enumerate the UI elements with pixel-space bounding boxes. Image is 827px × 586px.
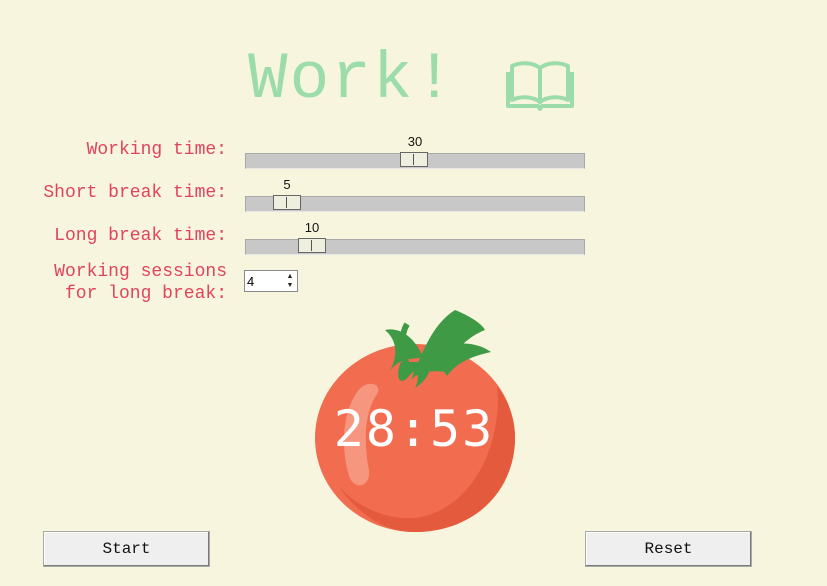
- spin-up-icon[interactable]: ▲: [284, 272, 296, 281]
- long-break-label: Long break time:: [54, 226, 227, 246]
- sessions-value[interactable]: 4: [247, 274, 254, 289]
- slider-handle[interactable]: [298, 238, 326, 253]
- long-break-slider[interactable]: [245, 238, 585, 255]
- working-time-label: Working time:: [86, 140, 227, 160]
- book-icon: [506, 61, 574, 111]
- slider-track: [245, 239, 585, 255]
- long-break-value: 10: [304, 220, 320, 235]
- short-break-value: 5: [283, 177, 291, 192]
- working-time-slider[interactable]: [245, 152, 585, 169]
- start-button[interactable]: Start: [43, 531, 210, 567]
- sessions-spinbox[interactable]: 4 ▲ ▼: [244, 270, 298, 292]
- short-break-label: Short break time:: [43, 183, 227, 203]
- short-break-slider[interactable]: [245, 195, 585, 212]
- countdown-timer: 28:53: [333, 400, 495, 458]
- reset-button[interactable]: Reset: [585, 531, 752, 567]
- spin-down-icon[interactable]: ▼: [284, 281, 296, 290]
- slider-handle[interactable]: [273, 195, 301, 210]
- sessions-label: Working sessions for long break:: [54, 262, 227, 304]
- working-time-value: 30: [407, 134, 423, 149]
- slider-handle[interactable]: [400, 152, 428, 167]
- mode-title: Work!: [248, 42, 457, 117]
